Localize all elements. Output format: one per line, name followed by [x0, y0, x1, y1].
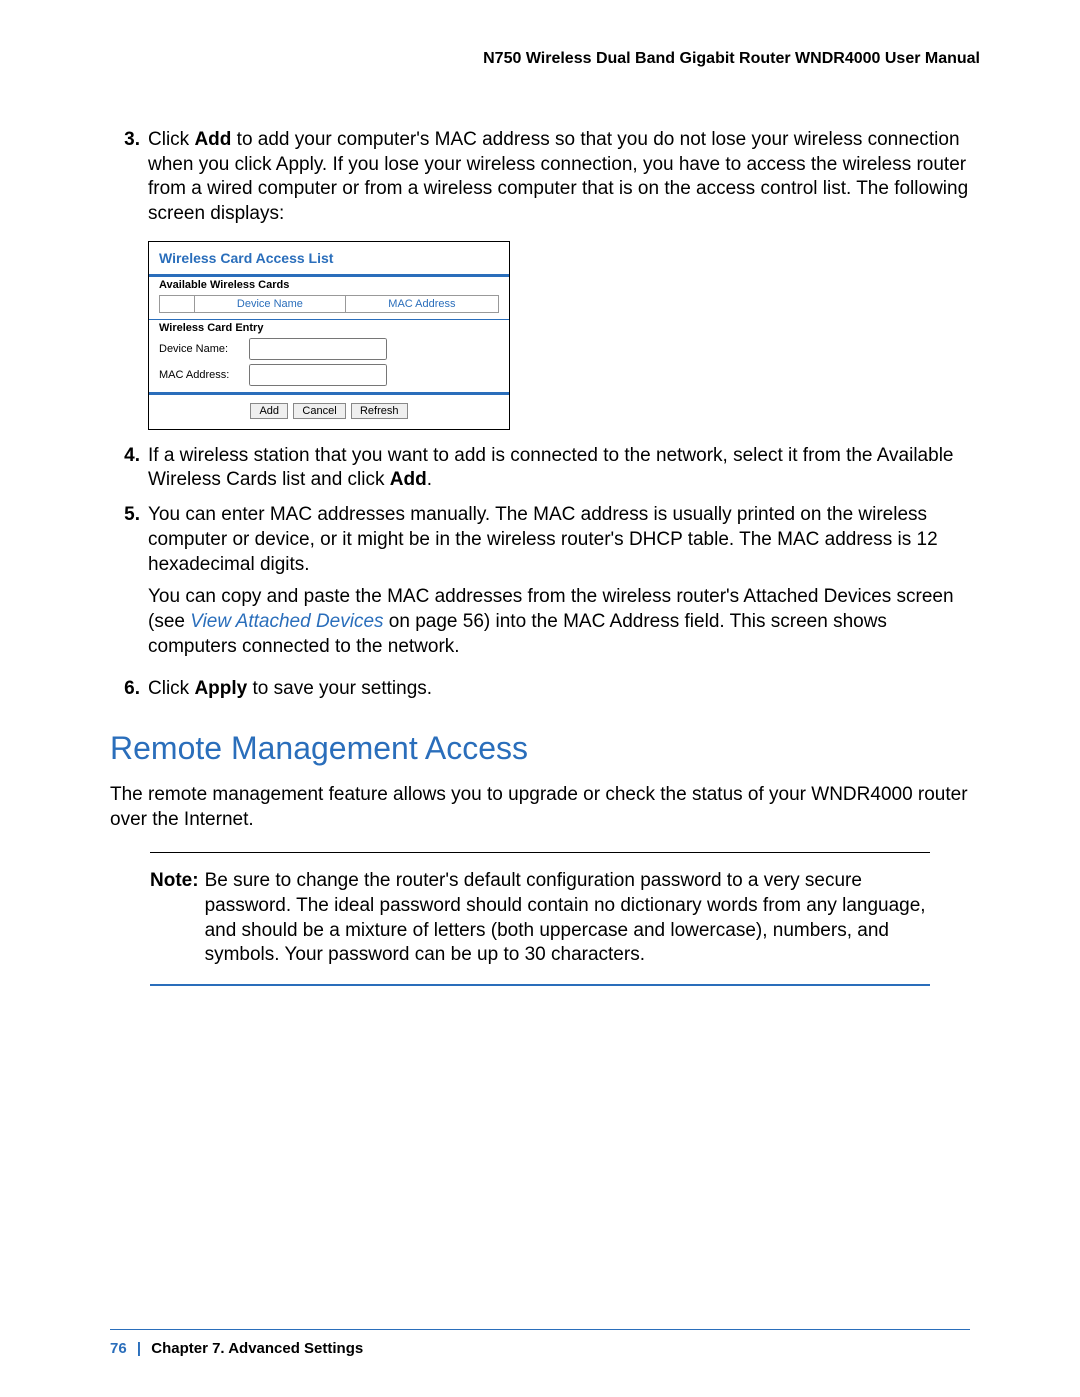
col-device-name: Device Name [195, 295, 346, 312]
note-text: Be sure to change the router's default c… [205, 869, 930, 968]
step-4: 4. If a wireless station that you want t… [110, 444, 970, 493]
document-header: N750 Wireless Dual Band Gigabit Router W… [110, 50, 980, 68]
step4-text-c: . [427, 469, 432, 490]
step3-text-a: Click [148, 129, 194, 150]
step-body: You can enter MAC addresses manually. Th… [148, 503, 970, 667]
mac-address-label: MAC Address: [159, 369, 249, 381]
step-5: 5. You can enter MAC addresses manually.… [110, 503, 970, 667]
note-box: Note: Be sure to change the router's def… [150, 852, 930, 986]
mac-address-input[interactable] [249, 364, 387, 386]
device-name-input[interactable] [249, 338, 387, 360]
mac-address-row: MAC Address: [149, 362, 509, 388]
col-select [160, 295, 195, 312]
add-button[interactable]: Add [250, 403, 288, 419]
col-mac-address: MAC Address [345, 295, 498, 312]
panel-title: Wireless Card Access List [149, 242, 509, 274]
available-cards-table: Device Name MAC Address [159, 295, 499, 313]
wireless-card-access-panel: Wireless Card Access List Available Wire… [148, 241, 510, 430]
step4-bold-add: Add [390, 469, 427, 490]
step3-bold-add: Add [194, 129, 231, 150]
step-number: 3. [110, 128, 148, 227]
chapter-label: Chapter 7. Advanced Settings [151, 1340, 363, 1357]
page-number: 76 [110, 1340, 127, 1357]
step-3: 3. Click Add to add your computer's MAC … [110, 128, 970, 227]
step4-text-a: If a wireless station that you want to a… [148, 445, 953, 491]
page-footer: 76 | Chapter 7. Advanced Settings [110, 1329, 970, 1357]
step6-text-c: to save your settings. [247, 678, 432, 699]
panel-button-row: Add Cancel Refresh [149, 395, 509, 429]
note-label: Note: [150, 869, 205, 968]
step-number: 6. [110, 677, 148, 702]
instruction-list: 3. Click Add to add your computer's MAC … [110, 128, 970, 227]
section-heading: Remote Management Access [110, 730, 970, 767]
view-attached-devices-link[interactable]: View Attached Devices [190, 611, 389, 632]
step-number: 5. [110, 503, 148, 667]
step-6: 6. Click Apply to save your settings. [110, 677, 970, 702]
device-name-row: Device Name: [149, 336, 509, 362]
device-name-label: Device Name: [159, 343, 249, 355]
entry-section-label: Wireless Card Entry [149, 320, 509, 336]
step5-text: You can enter MAC addresses manually. Th… [148, 504, 938, 574]
available-cards-label: Available Wireless Cards [149, 277, 509, 293]
step-body: If a wireless station that you want to a… [148, 444, 970, 493]
cancel-button[interactable]: Cancel [293, 403, 345, 419]
refresh-button[interactable]: Refresh [351, 403, 408, 419]
section-paragraph: The remote management feature allows you… [110, 783, 970, 832]
step6-text-a: Click [148, 678, 194, 699]
step-body: Click Add to add your computer's MAC add… [148, 128, 970, 227]
step3-text-c: to add your computer's MAC address so th… [148, 129, 968, 224]
manual-page: N750 Wireless Dual Band Gigabit Router W… [0, 0, 1080, 1397]
step6-bold-apply: Apply [194, 678, 247, 699]
step5-sub-para: You can copy and paste the MAC addresses… [148, 585, 970, 659]
step-number: 4. [110, 444, 148, 493]
instruction-list-cont: 4. If a wireless station that you want t… [110, 444, 970, 702]
step-body: Click Apply to save your settings. [148, 677, 970, 702]
footer-separator: | [131, 1340, 147, 1357]
